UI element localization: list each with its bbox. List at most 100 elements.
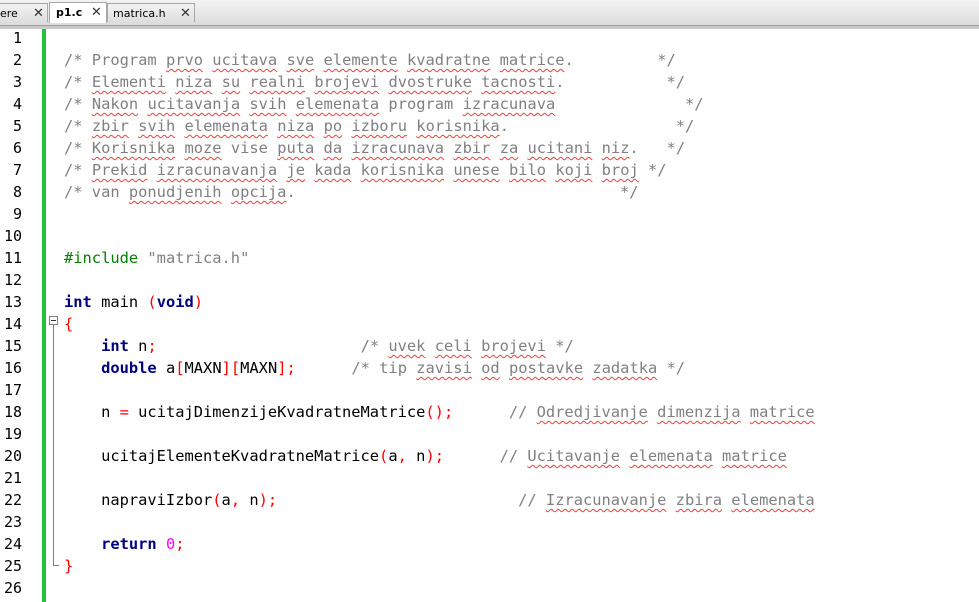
- code-token: dvostruke: [388, 73, 472, 91]
- code-token: /*: [64, 139, 92, 157]
- code-token: dimenzija: [657, 403, 741, 421]
- code-token: n: [128, 337, 148, 355]
- line-number: 13: [3, 293, 22, 311]
- line-number: 18: [3, 403, 22, 421]
- code-token: postavke: [508, 359, 584, 377]
- code-token: (: [147, 293, 157, 311]
- close-icon[interactable]: ✕: [180, 4, 191, 23]
- code-token: prvo: [165, 51, 204, 69]
- code-token: zbir: [453, 139, 491, 157]
- code-token: bilo: [508, 161, 547, 179]
- code-token: Ucitavanje: [527, 447, 621, 465]
- line-number: 22: [3, 491, 22, 509]
- code-token: }: [64, 557, 74, 575]
- code-token: od: [481, 359, 500, 377]
- fold-line: [53, 325, 54, 565]
- code-line: /* Korisnika moze vise puta da izracunav…: [64, 137, 685, 159]
- code-token: /*: [64, 95, 92, 113]
- code-token: [: [175, 359, 185, 377]
- code-token: zbira: [675, 491, 723, 509]
- code-token: /*: [64, 73, 92, 91]
- code-token: double: [101, 359, 157, 377]
- code-token: /* van: [64, 183, 129, 201]
- code-token: matrice: [499, 51, 565, 69]
- line-number: 1: [12, 29, 22, 47]
- close-icon[interactable]: ✕: [91, 3, 102, 22]
- code-token: zavisi: [416, 359, 472, 377]
- code-line: #include "matrica.h": [64, 247, 249, 269]
- code-line: n = ucitajDimenzijeKvadratneMatrice(); /…: [64, 401, 815, 423]
- code-line: napraviIzbor(a, n); // Izracunavanje zbi…: [64, 489, 815, 511]
- code-token: ,: [230, 491, 241, 509]
- line-number: 14: [3, 315, 22, 333]
- tab-p1-c[interactable]: p1.c ✕: [49, 2, 107, 23]
- tab-bar: ere ✕ p1.c ✕ matrica.h ✕: [0, 0, 979, 29]
- code-token: (: [379, 447, 389, 465]
- code-token: void: [156, 293, 194, 311]
- close-icon[interactable]: ✕: [33, 4, 44, 23]
- code-token: koji: [555, 161, 593, 179]
- tab-label: p1.c: [56, 6, 83, 19]
- code-token: napraviIzbor: [64, 491, 213, 509]
- code-token: elemente: [323, 51, 398, 69]
- code-token: Nakon: [91, 95, 139, 113]
- code-line: /* Elementi niza su realni brojevi dvost…: [64, 71, 685, 93]
- code-token: realni: [249, 73, 306, 91]
- code-token: niz: [601, 139, 630, 157]
- code-line: int n; /* uvek celi brojevi */: [64, 335, 574, 357]
- code-token: #include: [64, 249, 148, 267]
- tab-ere[interactable]: ere ✕: [0, 3, 48, 22]
- code-line: double a[MAXN][MAXN]; /* tip zavisi od p…: [64, 357, 685, 379]
- code-token: svih: [249, 95, 287, 113]
- line-number: 7: [12, 161, 22, 179]
- fold-end: [53, 565, 59, 566]
- line-number: 3: [12, 73, 22, 91]
- line-number: 6: [12, 139, 22, 157]
- line-number: 10: [3, 227, 22, 245]
- code-token: ucitavanja: [147, 95, 241, 113]
- code-token: /*: [156, 337, 389, 355]
- code-token: );: [258, 491, 278, 509]
- code-token: Prekid: [91, 161, 148, 179]
- code-token: /* Program: [64, 51, 166, 69]
- code-token: MAXN: [184, 359, 222, 377]
- code-token: Elementi: [91, 73, 166, 91]
- code-token: izboru: [351, 117, 408, 135]
- line-number: 5: [12, 117, 22, 135]
- code-token: elemenata: [184, 117, 268, 135]
- fold-collapse-icon[interactable]: [49, 316, 58, 325]
- code-token: zbir: [91, 117, 129, 135]
- line-number: 9: [12, 205, 22, 223]
- code-token: Odredjivanje: [536, 403, 648, 421]
- tab-matrica-h[interactable]: matrica.h ✕: [107, 3, 195, 22]
- code-token: elemenata: [731, 491, 815, 509]
- code-line: /* Nakon ucitavanja svih elemenata progr…: [64, 93, 704, 115]
- code-token: . */: [564, 51, 676, 69]
- code-token: svih: [138, 117, 176, 135]
- code-token: kada: [314, 161, 352, 179]
- code-token: a: [388, 447, 398, 465]
- tab-label: ere: [0, 7, 18, 20]
